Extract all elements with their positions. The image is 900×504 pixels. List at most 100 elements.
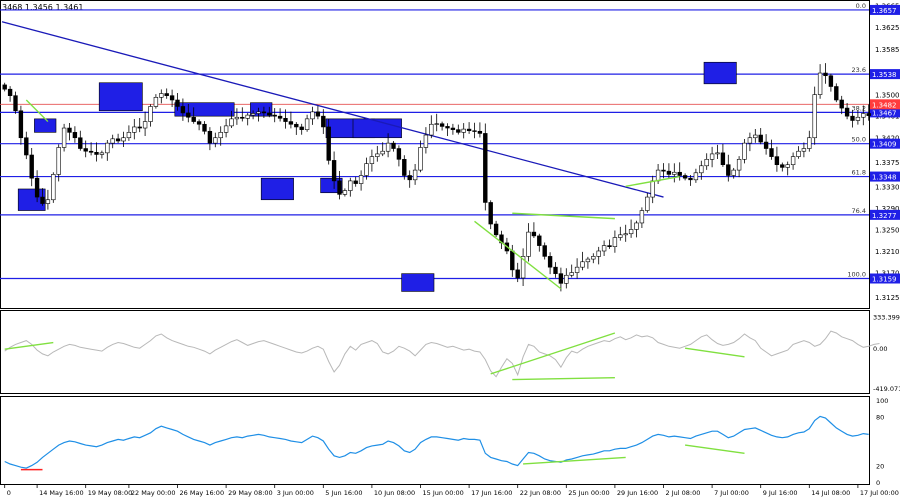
chart-canvas[interactable]: 3468 1.3456 1.3461 1.36651.36251.35851.3… [0, 0, 900, 500]
candle-body [542, 245, 547, 257]
candle-body [763, 141, 769, 149]
trading-chart[interactable]: 3468 1.3456 1.3461 1.36651.36251.35851.3… [0, 0, 900, 500]
price-tick-label: 1.3330 [875, 183, 900, 191]
candle-body [385, 142, 391, 152]
candle-body [607, 245, 612, 247]
candle-body [634, 222, 639, 230]
candle-body [261, 111, 267, 114]
candle-body [709, 153, 715, 160]
candle-body [304, 118, 310, 130]
candle-body [7, 88, 13, 96]
candle-body [45, 199, 51, 204]
candle-body [342, 190, 348, 195]
candle-body [207, 130, 213, 144]
rsi-tick-label: 80 [876, 413, 884, 421]
time-tick-label: 22 May 00:00 [131, 489, 176, 497]
time-tick-label: 19 May 08:00 [88, 489, 133, 497]
candle-body [450, 127, 456, 130]
candle-body [159, 93, 164, 98]
price-tick-label: 1.3125 [875, 294, 900, 302]
candle-body [196, 121, 202, 125]
candle-body [731, 169, 736, 176]
candle-body [186, 112, 191, 118]
price-tick-label: 1.3250 [875, 226, 900, 234]
candle-body [348, 180, 353, 191]
candle-body [537, 235, 542, 246]
fib-percent-label: 50.0 [852, 136, 866, 144]
candle-body [121, 137, 126, 142]
candle-body [218, 132, 223, 139]
signal-box [703, 61, 737, 85]
fib-price-label: 1.3409 [872, 141, 897, 149]
candle-body [88, 150, 94, 153]
candle-body [704, 159, 709, 167]
candle-body [828, 75, 834, 87]
candle-body [612, 237, 618, 247]
candle-body [531, 231, 537, 237]
candle-body [40, 196, 45, 204]
fib-percent-label: 76.4 [852, 207, 866, 215]
fib-percent-label: 23.6 [852, 66, 866, 74]
fib-price-label: 1.3277 [872, 212, 897, 220]
signal-box [260, 177, 294, 201]
candle-body [180, 106, 186, 114]
candle-body [380, 150, 385, 155]
candle-body [375, 153, 380, 157]
candle-body [574, 266, 580, 273]
fib-percent-label: 38.2 [852, 104, 866, 112]
candle-body [655, 169, 661, 182]
candle-body [515, 269, 520, 279]
time-tick-label: 29 Jun 16:00 [617, 489, 658, 497]
candle-body [861, 113, 866, 118]
candle-body [364, 163, 369, 176]
candle-body [834, 86, 839, 101]
price-tick-label: 1.3625 [875, 24, 900, 32]
candle-body [618, 234, 623, 238]
candle-body [267, 112, 272, 116]
candle-body [650, 180, 655, 198]
candle-body [402, 159, 407, 176]
candle-body [736, 159, 742, 171]
candle-body [715, 152, 720, 155]
signal-box [34, 118, 57, 133]
cci-tick-label: 333.3997 [873, 314, 900, 322]
candle-body [299, 126, 304, 130]
candle-body [855, 116, 861, 121]
price-tick-label: 1.3585 [875, 46, 900, 54]
fib-percent-label: 100.0 [847, 270, 866, 278]
fib-price-label: 1.3348 [872, 174, 897, 182]
candle-body [699, 165, 704, 174]
time-tick-label: 14 Jul 08:00 [811, 489, 850, 497]
candle-body [720, 152, 726, 166]
candle-body [51, 174, 56, 201]
candle-body [817, 72, 823, 95]
candle-body [558, 273, 564, 284]
candle-body [326, 126, 331, 161]
candle-body [391, 142, 396, 149]
candle-body [585, 258, 591, 263]
candle-body [99, 152, 105, 155]
candle-body [461, 128, 466, 133]
candle-body [472, 130, 477, 132]
candle-body [153, 96, 159, 107]
time-tick-label: 3 Jun 00:00 [277, 489, 314, 497]
candle-body [67, 127, 72, 133]
candle-body [790, 156, 796, 166]
candle-body [137, 126, 142, 129]
candle-body [429, 123, 434, 136]
candle-body [24, 137, 29, 156]
candle-body [769, 148, 774, 157]
candle-body [758, 134, 763, 143]
candle-body [477, 130, 483, 134]
signal-box [98, 82, 143, 112]
candle-body [126, 132, 132, 139]
candle-body [439, 123, 445, 127]
time-tick-label: 7 Jul 00:00 [714, 489, 749, 497]
time-tick-label: 2 Jul 08:00 [666, 489, 701, 497]
candle-body [56, 147, 61, 175]
candle-body [796, 150, 801, 157]
price-tick-label: 1.3375 [875, 159, 900, 167]
time-tick-label: 9 Jul 16:00 [763, 489, 798, 497]
candle-body [553, 266, 558, 274]
candle-body [396, 148, 402, 160]
